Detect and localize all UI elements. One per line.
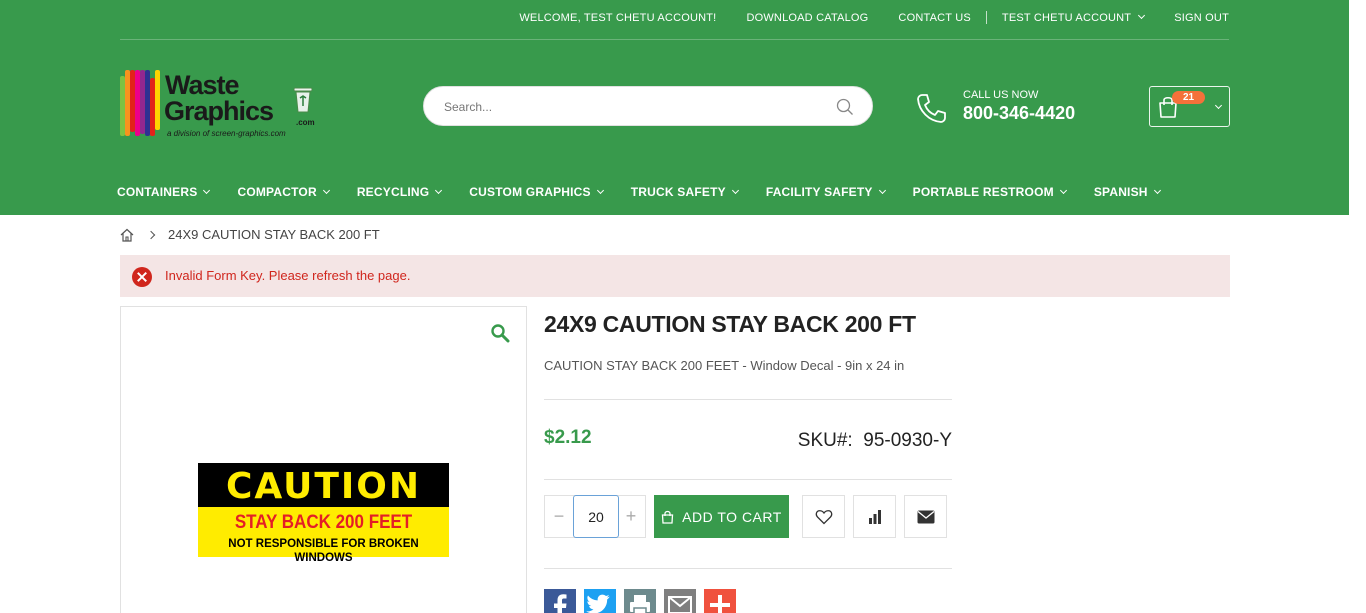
chevron-down-icon [1153,186,1161,194]
nav-item-truck-safety[interactable]: TRUCK SAFETY [630,185,739,199]
decal-line-3: NOT RESPONSIBLE FOR BROKEN WINDOWS [228,538,419,564]
product-price: $2.12 [544,427,592,448]
phone-number[interactable]: 800-346-4420 [963,103,1075,124]
more-share-icon[interactable] [704,589,736,613]
nav-item-custom-graphics[interactable]: CUSTOM GRAPHICS [469,185,604,199]
nav-item-compactor[interactable]: COMPACTOR [237,185,330,199]
chevron-down-icon [878,186,886,194]
nav-item-facility-safety[interactable]: FACILITY SAFETY [765,185,886,199]
nav-label: CUSTOM GRAPHICS [469,185,591,199]
search-input[interactable] [444,97,824,117]
nav-item-spanish[interactable]: SPANISH [1093,185,1161,199]
add-to-cart-label: ADD TO CART [682,508,782,525]
main-nav: CONTAINERS COMPACTOR RECYCLING CUSTOM GR… [117,185,1188,199]
breadcrumb-current: 24X9 CAUTION STAY BACK 200 FT [168,227,380,242]
error-message: Invalid Form Key. Please refresh the pag… [120,255,1230,297]
search-icon[interactable] [836,98,854,116]
facebook-icon[interactable] [544,589,576,613]
nav-item-recycling[interactable]: RECYCLING [356,185,443,199]
chevron-down-icon [1059,186,1067,194]
page: WELCOME, TEST CHETU ACCOUNT! DOWNLOAD CA… [0,0,1349,613]
logo-suffix: .com [296,118,315,127]
chevron-down-icon [1138,11,1146,20]
decal-line-1: CAUTION [225,466,422,507]
divider [985,11,987,24]
divider [544,568,952,569]
chevron-down-icon [596,186,604,194]
wishlist-button[interactable] [802,495,845,538]
top-links: WELCOME, TEST CHETU ACCOUNT! DOWNLOAD CA… [519,11,1229,24]
error-icon [132,267,152,287]
sku-value: 95-0930-Y [863,430,952,451]
call-us-label: CALL US NOW [963,89,1039,101]
qty-input[interactable] [573,495,619,538]
account-label: TEST CHETU ACCOUNT [1001,11,1132,24]
recycle-bin-icon [293,87,313,113]
divider [544,479,952,480]
nav-label: TRUCK SAFETY [630,185,726,199]
heart-icon [815,509,832,524]
phone-icon [917,94,946,123]
quantity-stepper: − + [544,495,646,538]
cart-count-badge: 21 [1172,91,1206,104]
product-image: CAUTION STAY BACK 200 FEET NOT RESPONSIB… [198,463,449,564]
welcome-text: WELCOME, TEST CHETU ACCOUNT! [519,11,717,24]
twitter-icon[interactable] [584,589,616,613]
account-menu[interactable]: TEST CHETU ACCOUNT [1001,11,1146,24]
shopping-bag-icon [661,510,674,524]
download-catalog-link[interactable]: DOWNLOAD CATALOG [746,12,868,24]
compare-button[interactable] [853,495,896,538]
top-bar: WELCOME, TEST CHETU ACCOUNT! DOWNLOAD CA… [120,0,1229,40]
print-icon[interactable] [624,589,656,613]
nav-label: FACILITY SAFETY [765,185,873,199]
logo-word-1: Waste [165,70,240,100]
chevron-down-icon [322,186,330,194]
bar-chart-icon [868,509,881,524]
decal-line-2: STAY BACK 200 FEET [234,510,413,533]
product-gallery[interactable]: CAUTION STAY BACK 200 FEET NOT RESPONSIB… [120,306,527,613]
search-box [423,86,873,126]
sign-out-link[interactable]: SIGN OUT [1174,12,1229,24]
add-to-cart-button[interactable]: ADD TO CART [654,495,789,538]
chevron-down-icon [1214,101,1223,110]
site-header: WELCOME, TEST CHETU ACCOUNT! DOWNLOAD CA… [0,0,1349,215]
nav-label: SPANISH [1093,185,1148,199]
home-icon[interactable] [120,228,134,242]
site-logo[interactable]: Waste Graphics .com a division of screen… [120,68,320,140]
logo-tagline: a division of screen-graphics.com [167,129,286,138]
chevron-down-icon [435,186,443,194]
email-friend-button[interactable] [904,495,947,538]
qty-increase-button[interactable]: + [617,496,645,537]
chevron-right-icon [146,230,156,239]
contact-us-link[interactable]: CONTACT US [898,12,971,24]
breadcrumb: 24X9 CAUTION STAY BACK 200 FT [120,227,380,242]
product-description: CAUTION STAY BACK 200 FEET - Window Deca… [544,358,905,373]
divider [544,399,952,400]
product-sku: SKU#: 95-0930-Y [798,430,952,452]
nav-item-portable-restroom[interactable]: PORTABLE RESTROOM [912,185,1067,199]
logo-color-bars [120,70,160,136]
chevron-down-icon [203,186,211,194]
nav-label: RECYCLING [356,185,430,199]
error-text: Invalid Form Key. Please refresh the pag… [165,268,411,283]
qty-decrease-button[interactable]: − [545,496,573,537]
nav-label: COMPACTOR [237,185,317,199]
zoom-icon[interactable] [490,323,510,343]
email-icon[interactable] [664,589,696,613]
logo-word-2: Graphics [164,96,274,126]
chevron-down-icon [731,186,739,194]
nav-label: PORTABLE RESTROOM [912,185,1054,199]
sku-label: SKU#: [797,430,853,451]
mini-cart-button[interactable]: 21 [1149,86,1230,127]
product-title: 24X9 CAUTION STAY BACK 200 FT [544,311,916,337]
envelope-icon [917,510,934,523]
nav-item-containers[interactable]: CONTAINERS [117,185,211,199]
nav-label: CONTAINERS [117,185,198,199]
